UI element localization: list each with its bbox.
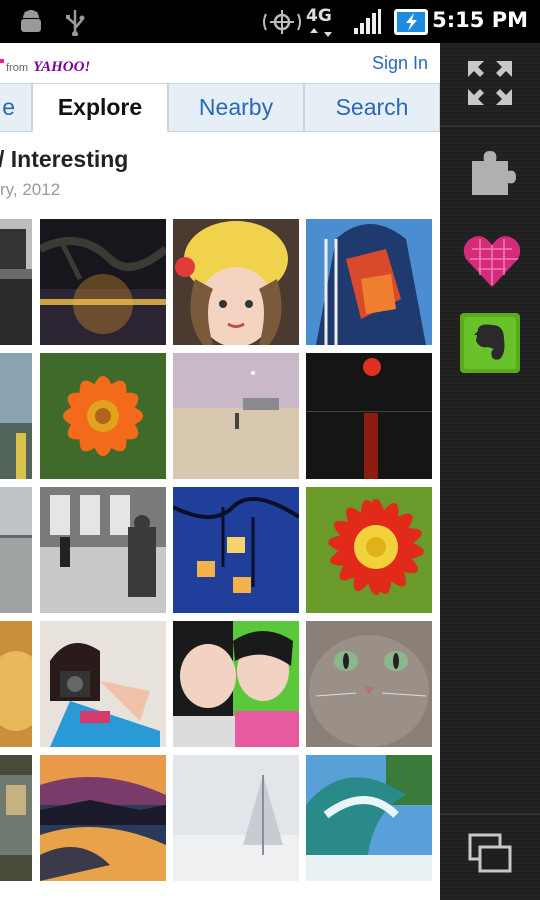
photo-thumbnail[interactable] [0,621,32,747]
side-toolbar [440,43,540,900]
evernote-button[interactable] [460,313,520,373]
network-type: 4G [306,6,332,26]
brand-from: from [6,62,28,74]
photo-thumbnail[interactable] [173,621,299,747]
tab-explore-label: Explore [57,94,143,120]
photo-thumbnail[interactable] [306,219,432,345]
evernote-icon [460,313,520,373]
puzzle-icon [472,151,516,195]
usb-icon [66,10,85,36]
data-arrows-icon [310,28,332,37]
windows-button[interactable] [460,823,520,883]
favorites-button[interactable] [460,231,520,291]
photo-thumbnail[interactable] [40,219,166,345]
fullscreen-icon [468,61,512,105]
page-title: / Interesting [0,146,129,172]
page-date: ry, 2012 [0,180,61,199]
photo-thumbnail[interactable] [306,487,432,613]
yahoo-brand: from YAHOO! [6,59,90,76]
photo-thumbnail[interactable] [173,353,299,479]
location-signal-icon [263,10,301,34]
photo-thumbnail[interactable] [40,755,166,881]
tab-explore[interactable]: Explore [32,83,168,132]
windows-icon [468,833,512,873]
photo-thumbnail[interactable] [40,621,166,747]
heart-icon [463,236,520,287]
addons-button[interactable] [460,141,520,201]
photo-thumbnail[interactable] [0,219,32,345]
photo-thumbnail[interactable] [306,755,432,881]
photo-grid [0,219,440,900]
photo-thumbnail[interactable] [40,353,166,479]
toolbar-divider [440,813,540,815]
clock: 5:15 PM [432,8,528,32]
photo-thumbnail[interactable] [306,353,432,479]
photo-thumbnail[interactable] [0,487,32,613]
photo-thumbnail[interactable] [0,353,32,479]
tab-bar: e Explore Nearby Search [0,83,440,133]
tab-search-label: Search [335,94,409,120]
photo-thumbnail[interactable] [173,755,299,881]
sign-in-link[interactable]: Sign In [372,53,428,74]
photo-thumbnail[interactable] [40,487,166,613]
flickr-logo-fragment [0,59,4,63]
signal-strength-icon [354,9,381,34]
photo-thumbnail[interactable] [0,755,32,881]
android-debug-icon [21,10,41,32]
photo-thumbnail[interactable] [173,487,299,613]
yahoo-logo: YAHOO! [33,59,91,75]
tab-home-label: e [2,94,15,120]
page-header: from YAHOO! Sign In [0,43,440,83]
status-bar: 4G 5:15 PM [0,0,540,43]
battery-charging-icon [394,9,428,35]
tab-home[interactable]: e [0,83,32,132]
tab-nearby[interactable]: Nearby [168,83,304,132]
tab-nearby-label: Nearby [198,94,274,120]
toolbar-divider [440,125,540,127]
photo-thumbnail[interactable] [173,219,299,345]
browser-page: from YAHOO! Sign In e Explore Nearby Sea… [0,43,440,900]
fullscreen-button[interactable] [460,53,520,113]
photo-thumbnail[interactable] [306,621,432,747]
tab-search[interactable]: Search [304,83,440,132]
